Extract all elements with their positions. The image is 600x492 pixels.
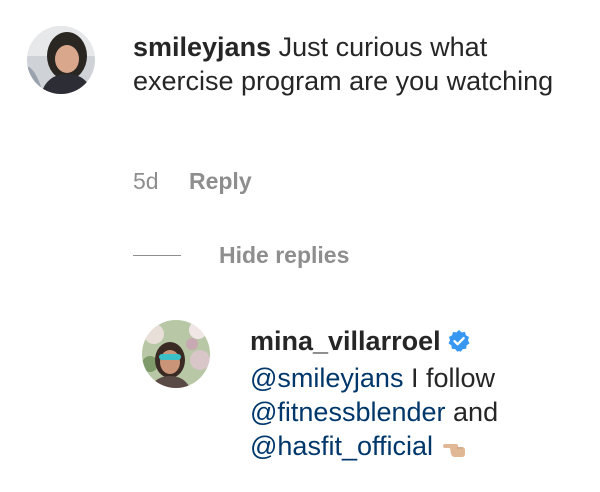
- comment-username[interactable]: smileyjans: [133, 32, 271, 62]
- user-avatar-photo-icon: [142, 320, 210, 388]
- commenter-avatar[interactable]: [27, 26, 95, 94]
- mention-smileyjans[interactable]: @smileyjans: [250, 363, 403, 393]
- replies-divider-line: [133, 255, 181, 256]
- comment-meta: 5d Reply: [133, 168, 252, 195]
- hide-replies-toggle[interactable]: Hide replies: [133, 242, 349, 269]
- reply-text-2: and: [453, 397, 499, 427]
- reply-username[interactable]: mina_villarroel: [250, 326, 441, 356]
- user-avatar-photo-icon: [27, 26, 95, 94]
- mention-hasfit-official[interactable]: @hasfit_official: [250, 431, 433, 461]
- hide-replies-label: Hide replies: [219, 242, 350, 268]
- reply-body: mina_villarroel @smileyjans I follow @fi…: [250, 324, 580, 467]
- replier-avatar[interactable]: [142, 320, 210, 388]
- reply-button[interactable]: Reply: [189, 168, 252, 194]
- comment-body: smileyjans Just curious what exercise pr…: [133, 30, 573, 98]
- comment-timestamp: 5d: [133, 168, 159, 194]
- pointing-left-hand-icon: [443, 433, 467, 467]
- mention-fitnessblender[interactable]: @fitnessblender: [250, 397, 446, 427]
- verified-badge-icon: [447, 327, 471, 361]
- reply-text-1: I follow: [410, 363, 496, 393]
